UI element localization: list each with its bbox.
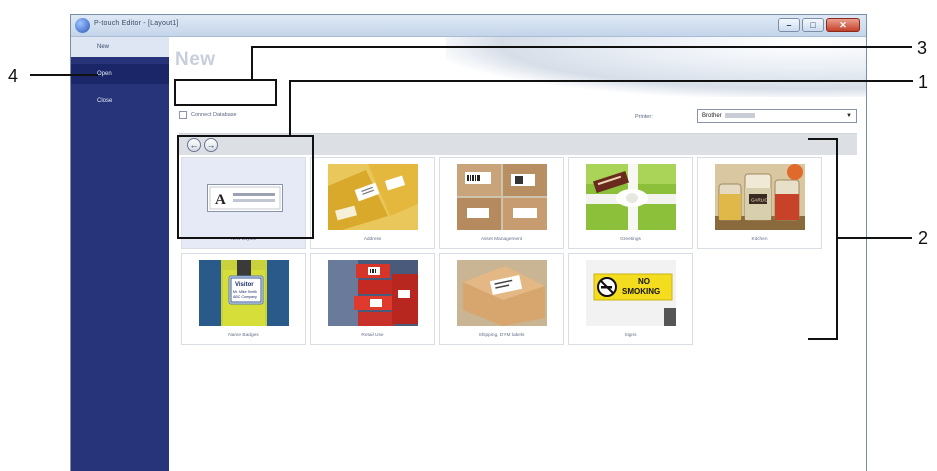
- callout-line-4: [30, 74, 98, 76]
- template-tile-name-badges[interactable]: Visitor Mr. Mike Smith ABC Company Name …: [181, 253, 306, 345]
- callout-line-3-horizontal: [251, 46, 912, 48]
- tile-label: Retail Use: [361, 333, 384, 338]
- tile-label: Name Badges: [228, 333, 259, 338]
- window-title: P-touch Editor - [Layout1]: [94, 20, 179, 27]
- window-controls: – □ ✕: [778, 18, 860, 32]
- sign-line2: SMOKING: [622, 287, 660, 296]
- template-tile-retail-use[interactable]: Retail Use: [310, 253, 435, 345]
- tile-label: Address: [363, 237, 382, 242]
- kitchen-jar-label: GARLIC: [751, 198, 769, 203]
- chevron-down-icon: ▼: [846, 113, 852, 119]
- callout-bracket-vertical: [836, 138, 838, 340]
- shipping-thumbnail: [457, 260, 547, 326]
- visitor-badge-title: Visitor: [235, 282, 254, 288]
- template-tile-signs[interactable]: NO SMOKING Signs: [568, 253, 693, 345]
- connect-database-label: Connect Database: [191, 112, 237, 118]
- printer-value: Brother: [702, 113, 722, 120]
- printer-model-redacted: [724, 113, 755, 118]
- tile-label: Kitchen: [751, 237, 768, 242]
- greetings-thumbnail: [586, 164, 676, 230]
- template-tile-kitchen[interactable]: GARLIC Kitchen: [697, 157, 822, 249]
- callout-number-4: 4: [8, 66, 19, 86]
- callout-box-new-layout: [177, 135, 314, 239]
- signs-thumbnail: NO SMOKING: [586, 260, 676, 326]
- title-bar[interactable]: P-touch Editor - [Layout1] – □ ✕: [71, 15, 866, 37]
- asset-management-thumbnail: [457, 164, 547, 230]
- callout-line-1-horizontal: [289, 80, 913, 82]
- minimize-button[interactable]: –: [778, 18, 800, 32]
- close-icon: ✕: [839, 19, 847, 30]
- visitor-badge-line1: Mr. Mike Smith: [233, 290, 257, 294]
- page-title: New: [175, 49, 216, 70]
- screenshot-stage: P-touch Editor - [Layout1] – □ ✕ New Ope…: [0, 0, 937, 471]
- callout-line-2: [836, 237, 912, 239]
- template-tile-shipping[interactable]: Shipping, DYM labels: [439, 253, 564, 345]
- maximize-icon: □: [810, 20, 816, 30]
- maximize-button[interactable]: □: [802, 18, 824, 32]
- close-button[interactable]: ✕: [826, 18, 860, 32]
- tile-label: Asset Management: [480, 237, 523, 242]
- sidebar: New Open Close: [71, 37, 169, 471]
- visitor-badge-line2: ABC Company: [233, 295, 257, 299]
- sidebar-item-close[interactable]: Close: [71, 91, 169, 111]
- printer-label: Printer:: [635, 114, 653, 120]
- connect-database-checkbox[interactable]: [179, 111, 187, 119]
- template-tile-greetings[interactable]: Greetings: [568, 157, 693, 249]
- kitchen-thumbnail: GARLIC: [715, 164, 805, 230]
- callout-bracket-bottom: [808, 338, 838, 340]
- app-icon: [75, 18, 90, 33]
- tile-label: Signs: [624, 333, 637, 338]
- printer-select[interactable]: Brother ▼: [697, 109, 857, 123]
- tile-label: Greetings: [620, 237, 641, 242]
- callout-number-1: 1: [918, 72, 929, 92]
- template-tile-address[interactable]: Address: [310, 157, 435, 249]
- callout-number-2: 2: [918, 228, 929, 248]
- tile-label: Shipping, DYM labels: [478, 333, 525, 338]
- template-tile-asset-management[interactable]: Asset Management: [439, 157, 564, 249]
- sign-line1: NO: [638, 277, 650, 286]
- name-badges-thumbnail: Visitor Mr. Mike Smith ABC Company: [199, 260, 289, 326]
- callout-number-3: 3: [917, 38, 928, 58]
- callout-box-connect-database: [174, 79, 277, 106]
- callout-line-1-vertical: [289, 80, 291, 136]
- retail-use-thumbnail: [328, 260, 418, 326]
- callout-line-3-vertical: [251, 46, 253, 80]
- minimize-icon: –: [786, 20, 792, 30]
- callout-bracket-top: [808, 138, 838, 140]
- address-thumbnail: [328, 164, 418, 230]
- connect-database-row[interactable]: Connect Database: [179, 111, 237, 119]
- sidebar-item-new[interactable]: New: [71, 37, 169, 57]
